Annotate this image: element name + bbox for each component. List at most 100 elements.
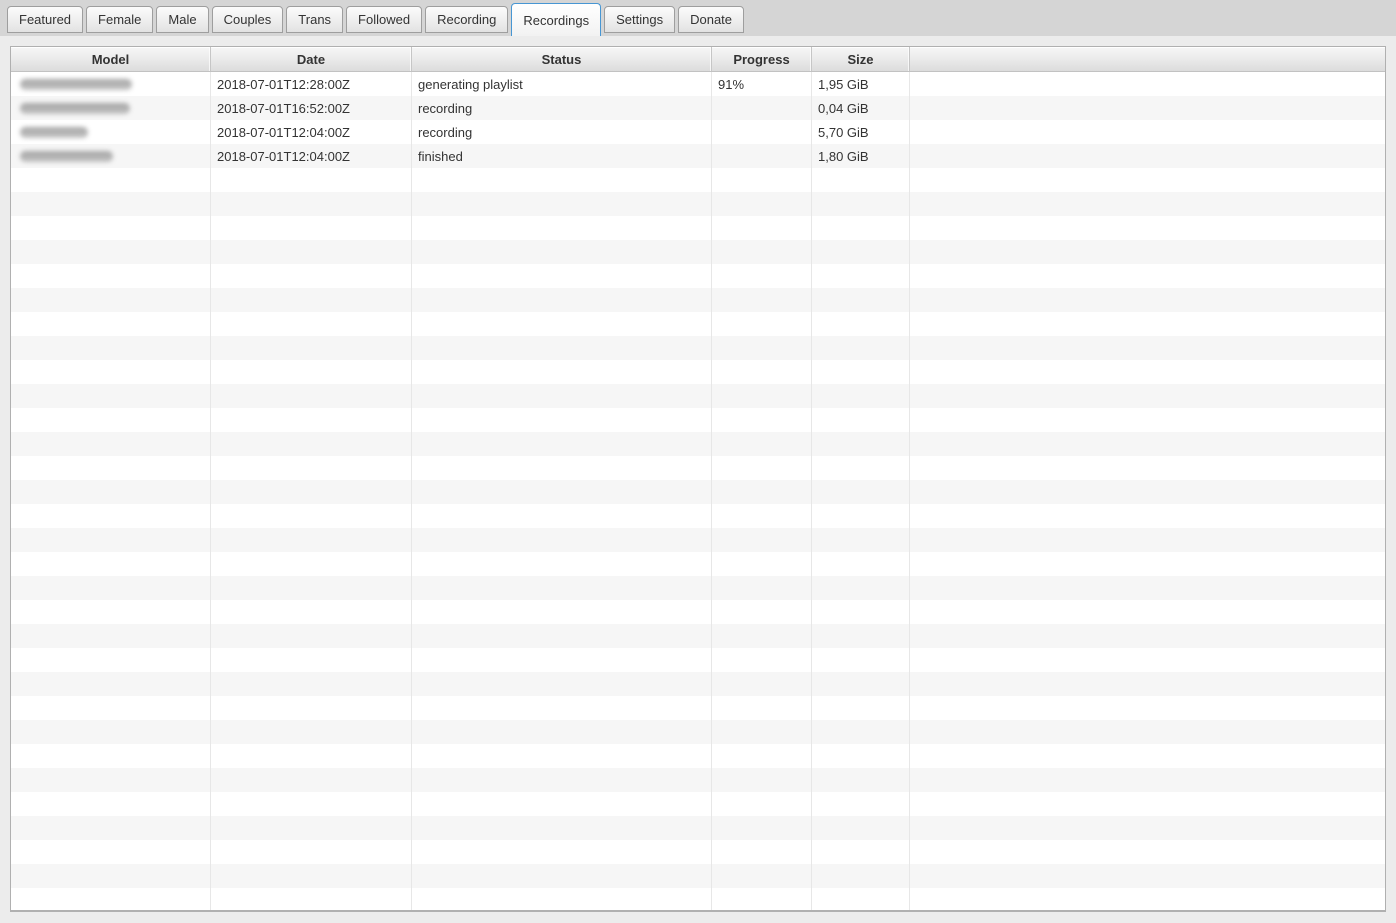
table-row-empty[interactable] <box>11 528 1385 552</box>
table-row-empty[interactable] <box>11 240 1385 264</box>
table-row-empty[interactable] <box>11 696 1385 720</box>
tab-female[interactable]: Female <box>86 6 154 33</box>
tab-male[interactable]: Male <box>156 6 209 33</box>
table-row-empty[interactable] <box>11 456 1385 480</box>
table-row-empty[interactable] <box>11 432 1385 456</box>
cell-progress <box>712 408 812 432</box>
cell-size <box>812 360 910 384</box>
cell-date <box>211 888 412 910</box>
table-row-empty[interactable] <box>11 600 1385 624</box>
table-row-empty[interactable] <box>11 504 1385 528</box>
cell-model <box>11 744 211 768</box>
table-row-empty[interactable] <box>11 312 1385 336</box>
table-row-empty[interactable] <box>11 648 1385 672</box>
table-row-empty[interactable] <box>11 864 1385 888</box>
table-row-empty[interactable] <box>11 384 1385 408</box>
column-header-status[interactable]: Status <box>412 47 712 71</box>
cell-status <box>412 576 712 600</box>
table-row-empty[interactable] <box>11 168 1385 192</box>
table-row-empty[interactable] <box>11 888 1385 910</box>
tab-donate[interactable]: Donate <box>678 6 745 33</box>
column-header-size[interactable]: Size <box>812 47 910 71</box>
table-row-empty[interactable] <box>11 360 1385 384</box>
tab-featured[interactable]: Featured <box>7 6 84 33</box>
cell-status <box>412 816 712 840</box>
cell-status <box>412 504 712 528</box>
cell-status <box>412 408 712 432</box>
cell-spacer <box>910 384 1385 408</box>
cell-model <box>11 528 211 552</box>
cell-model <box>11 240 211 264</box>
table-row-empty[interactable] <box>11 768 1385 792</box>
column-header-date[interactable]: Date <box>211 47 412 71</box>
table-row-empty[interactable] <box>11 408 1385 432</box>
cell-size <box>812 792 910 816</box>
table-row-empty[interactable] <box>11 744 1385 768</box>
cell-spacer <box>910 744 1385 768</box>
cell-model <box>11 768 211 792</box>
table-row-empty[interactable] <box>11 816 1385 840</box>
cell-date <box>211 384 412 408</box>
tab-trans[interactable]: Trans <box>286 6 344 33</box>
cell-date: 2018-07-01T16:52:00Z <box>211 96 412 120</box>
cell-progress <box>712 456 812 480</box>
cell-status: finished <box>412 144 712 168</box>
cell-size <box>812 648 910 672</box>
redacted-model-name <box>20 126 88 138</box>
table-row-empty[interactable] <box>11 720 1385 744</box>
table-header-row: Model Date Status Progress Size <box>11 47 1385 72</box>
app-window: Featured Female Male Couples Trans Followed Re… <box>0 0 1396 923</box>
cell-date <box>211 480 412 504</box>
table-row-empty[interactable] <box>11 480 1385 504</box>
cell-size <box>812 408 910 432</box>
cell-spacer <box>910 312 1385 336</box>
cell-progress <box>712 624 812 648</box>
cell-spacer <box>910 432 1385 456</box>
cell-size: 0,04 GiB <box>812 96 910 120</box>
cell-progress <box>712 768 812 792</box>
table-row-empty[interactable] <box>11 840 1385 864</box>
table-row-empty[interactable] <box>11 552 1385 576</box>
table-row-empty[interactable] <box>11 288 1385 312</box>
cell-size <box>812 888 910 910</box>
cell-size <box>812 816 910 840</box>
cell-model <box>11 720 211 744</box>
table-row-empty[interactable] <box>11 192 1385 216</box>
cell-date <box>211 288 412 312</box>
cell-status <box>412 552 712 576</box>
cell-status <box>412 864 712 888</box>
cell-status <box>412 528 712 552</box>
table-row-empty[interactable] <box>11 216 1385 240</box>
table-row-empty[interactable] <box>11 792 1385 816</box>
table-row[interactable]: 2018-07-01T12:04:00Z recording 5,70 GiB <box>11 120 1385 144</box>
cell-progress <box>712 600 812 624</box>
cell-status <box>412 240 712 264</box>
cell-model <box>11 120 211 144</box>
cell-status <box>412 456 712 480</box>
table-row[interactable]: 2018-07-01T12:28:00Z generating playlist 9… <box>11 72 1385 96</box>
table-row-empty[interactable] <box>11 624 1385 648</box>
cell-date <box>211 312 412 336</box>
table-row-empty[interactable] <box>11 672 1385 696</box>
redacted-model-name <box>20 78 132 90</box>
tab-couples[interactable]: Couples <box>211 6 284 33</box>
table-row-empty[interactable] <box>11 336 1385 360</box>
tab-followed[interactable]: Followed <box>346 6 423 33</box>
cell-size <box>812 840 910 864</box>
column-header-model[interactable]: Model <box>11 47 211 71</box>
tab-recording[interactable]: Recording <box>425 6 509 33</box>
cell-progress <box>712 696 812 720</box>
table-row-empty[interactable] <box>11 576 1385 600</box>
table-row-empty[interactable] <box>11 264 1385 288</box>
table-row[interactable]: 2018-07-01T16:52:00Z recording 0,04 GiB <box>11 96 1385 120</box>
cell-model <box>11 576 211 600</box>
cell-model <box>11 384 211 408</box>
table-row[interactable]: 2018-07-01T12:04:00Z finished 1,80 GiB <box>11 144 1385 168</box>
tab-settings[interactable]: Settings <box>604 6 676 33</box>
column-header-progress[interactable]: Progress <box>712 47 812 71</box>
cell-size: 5,70 GiB <box>812 120 910 144</box>
cell-progress <box>712 96 812 120</box>
tab-recordings[interactable]: Recordings <box>511 3 602 36</box>
cell-date <box>211 552 412 576</box>
cell-status <box>412 600 712 624</box>
